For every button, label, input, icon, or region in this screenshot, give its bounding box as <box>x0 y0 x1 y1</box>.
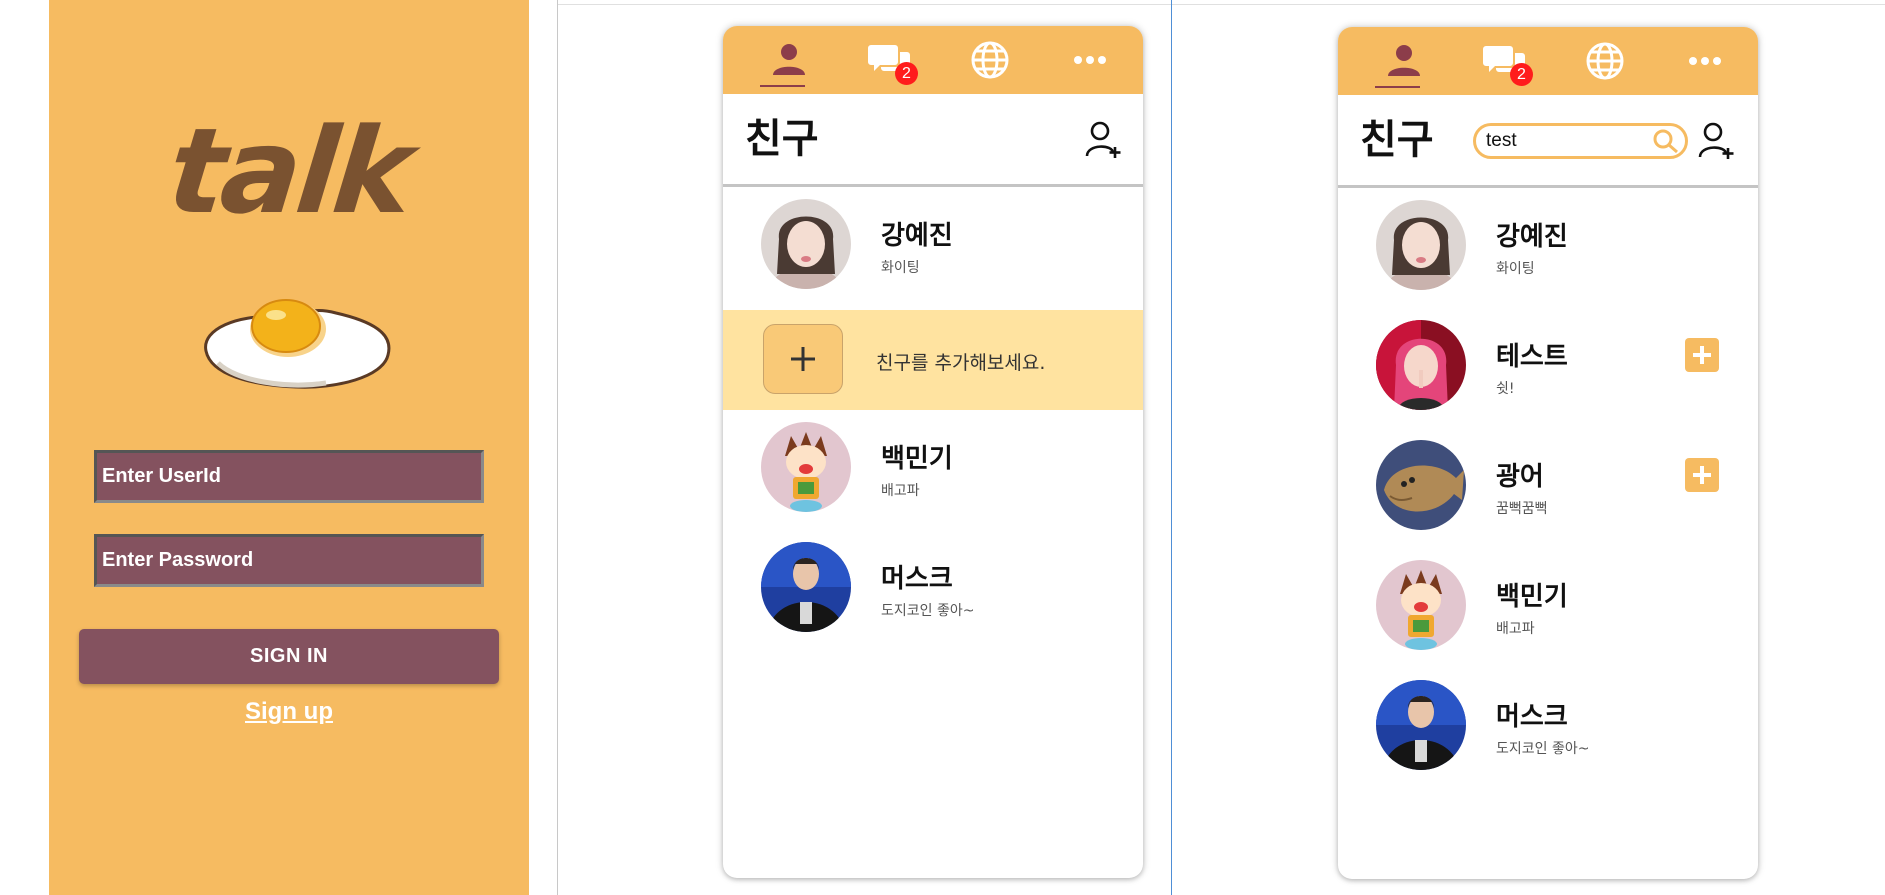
tab-friends[interactable] <box>759 26 819 94</box>
search-input[interactable] <box>1486 129 1646 153</box>
sign-up-link[interactable]: Sign up <box>49 698 529 726</box>
avatar <box>1376 680 1466 770</box>
unread-badge: 2 <box>1510 63 1533 86</box>
friend-status: 배고파 <box>881 483 920 499</box>
plus-icon <box>1693 346 1711 364</box>
tab-explore[interactable] <box>960 26 1020 94</box>
add-friend-icon[interactable] <box>1698 121 1736 161</box>
friend-status: 꿈뻑꿈뻑 <box>1496 501 1548 517</box>
page-title: 친구 <box>745 116 819 162</box>
person-icon <box>773 44 805 75</box>
avatar <box>1376 560 1466 650</box>
tab-bar: 2 <box>723 26 1143 94</box>
friend-status: 화이팅 <box>881 260 920 276</box>
avatar <box>761 199 851 289</box>
divider <box>1171 0 1172 895</box>
password-field[interactable]: Enter Password <box>94 534 484 587</box>
search-icon[interactable] <box>1652 129 1680 155</box>
sign-in-button[interactable]: SIGN IN <box>79 629 499 684</box>
friend-row[interactable]: 강예진 화이팅 <box>1338 188 1758 290</box>
friend-name: 백민기 <box>1496 582 1568 612</box>
friend-status: 도지코인 좋아~ <box>1496 741 1590 757</box>
active-tab-indicator <box>1375 86 1420 88</box>
userid-field[interactable]: Enter UserId <box>94 450 484 503</box>
avatar <box>761 422 851 512</box>
tab-friends[interactable] <box>1374 27 1434 95</box>
add-friend-row[interactable]: 친구를 추가해보세요. <box>723 310 1143 410</box>
add-friend-label: 친구를 추가해보세요. <box>876 352 1046 374</box>
tab-more[interactable] <box>1060 26 1120 94</box>
friend-row[interactable]: 머스크 도지코인 좋아~ <box>1338 668 1758 770</box>
tab-explore[interactable] <box>1575 27 1635 95</box>
more-icon <box>1689 57 1721 65</box>
search-result-row[interactable]: 광어 꿈뻑꿈뻑 <box>1338 428 1758 530</box>
divider <box>557 0 558 895</box>
divider <box>1172 4 1885 5</box>
add-friend-icon[interactable] <box>1085 120 1123 160</box>
more-icon <box>1074 56 1106 64</box>
friend-row[interactable]: 백민기 배고파 <box>1338 548 1758 650</box>
add-button[interactable] <box>1685 458 1719 492</box>
page-title: 친구 <box>1360 117 1434 163</box>
tab-more[interactable] <box>1675 27 1735 95</box>
friends-header: 친구 <box>1338 95 1758 188</box>
talk-logo: talk <box>162 102 416 240</box>
friend-name: 머스크 <box>1496 702 1568 732</box>
unread-badge: 2 <box>895 62 918 85</box>
friend-status: 도지코인 좋아~ <box>881 603 975 619</box>
friends-header: 친구 <box>723 94 1143 187</box>
globe-icon <box>971 41 1009 79</box>
friend-row[interactable]: 강예진 화이팅 <box>723 187 1143 289</box>
friends-screen: 2 친구 강예진 화이팅 친구를 추가해보세요. 백민기 배고파 머스크 도지코… <box>723 26 1143 878</box>
avatar <box>1376 440 1466 530</box>
friend-status: 쉿! <box>1496 381 1515 397</box>
add-friend-button[interactable] <box>763 324 843 394</box>
friend-name: 강예진 <box>881 221 953 251</box>
friends-search-screen: 2 친구 test 강예진 화이팅 테스트 쉿! 광어 꿈뻑꿈뻑 백민기 배고파… <box>1338 27 1758 879</box>
friend-name: 머스크 <box>881 564 953 594</box>
friend-status: 배고파 <box>1496 621 1535 637</box>
friend-row[interactable]: 머스크 도지코인 좋아~ <box>723 530 1143 632</box>
friend-name: 강예진 <box>1496 222 1568 252</box>
person-icon <box>1388 45 1420 76</box>
add-button[interactable] <box>1685 338 1719 372</box>
plus-icon <box>1693 466 1711 484</box>
friend-status: 화이팅 <box>1496 261 1535 277</box>
search-box[interactable] <box>1473 123 1688 159</box>
search-result-row[interactable]: 테스트 쉿! <box>1338 308 1758 410</box>
globe-icon <box>1586 42 1624 80</box>
active-tab-indicator <box>760 85 805 87</box>
avatar <box>1376 320 1466 410</box>
tab-bar: 2 <box>1338 27 1758 95</box>
plus-icon <box>791 347 815 371</box>
friend-name: 광어 <box>1496 462 1544 492</box>
friend-row[interactable]: 백민기 배고파 <box>723 410 1143 512</box>
avatar <box>761 542 851 632</box>
avatar <box>1376 200 1466 290</box>
login-panel: talk Enter UserId Enter Password SIGN IN… <box>49 0 529 895</box>
friend-name: 백민기 <box>881 444 953 474</box>
fried-egg-icon <box>204 299 391 389</box>
divider <box>558 4 1171 5</box>
friend-name: 테스트 <box>1496 342 1568 372</box>
